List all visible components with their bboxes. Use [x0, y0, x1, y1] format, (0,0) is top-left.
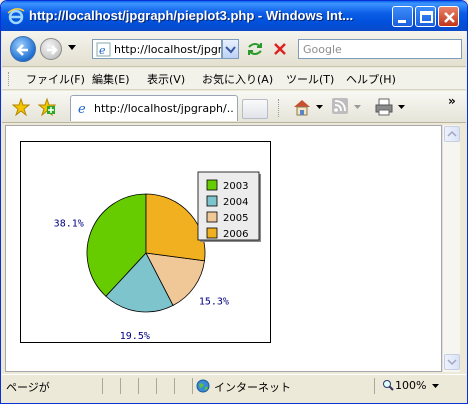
legend-label-2006: 2006 — [223, 229, 248, 240]
svg-text:e: e — [78, 102, 86, 115]
status-divider — [120, 378, 121, 394]
back-button[interactable] — [10, 36, 36, 62]
address-input[interactable]: http://localhost/jpgr — [114, 43, 221, 56]
menu-grip — [8, 72, 10, 86]
menu-view[interactable]: 表示(V) — [147, 71, 185, 87]
print-dropdown-icon[interactable] — [398, 105, 405, 110]
legend-swatch-2003 — [206, 179, 218, 191]
page-content: 38.1% 19.5% 15.3% 2003 2004 2005 2006 — [5, 125, 442, 372]
address-bar[interactable]: e http://localhost/jpgr — [92, 39, 222, 59]
legend-label-2003: 2003 — [223, 181, 248, 192]
chevron-down-icon — [225, 46, 236, 54]
ie-logo-icon — [7, 8, 25, 25]
address-dropdown-button[interactable] — [222, 39, 239, 59]
legend-label-2005: 2005 — [223, 213, 248, 224]
printer-icon[interactable] — [374, 97, 394, 117]
pie-chart: 38.1% 19.5% 15.3% 2003 2004 2005 2006 — [20, 141, 271, 343]
status-divider — [174, 378, 175, 394]
toolbar-overflow-chevron-icon[interactable]: » — [448, 94, 456, 108]
tab-title: http://localhost/jpgraph/... — [94, 102, 234, 115]
toolbar-separator — [278, 99, 279, 117]
slice-label-2004: 19.5% — [120, 331, 150, 342]
navigation-bar: e http://localhost/jpgr Google — [2, 31, 466, 67]
command-bar: e http://localhost/jpgraph/... » — [2, 91, 466, 123]
tab-current[interactable]: e http://localhost/jpgraph/... — [70, 95, 238, 121]
menu-help[interactable]: ヘルプ(H) — [346, 71, 396, 87]
arrow-left-icon — [16, 44, 28, 56]
pie-chart-svg: 38.1% 19.5% 15.3% 2003 2004 2005 2006 — [54, 171, 261, 342]
status-divider — [156, 378, 157, 394]
menu-file[interactable]: ファイル(F) — [26, 71, 85, 87]
close-button[interactable] — [438, 6, 459, 27]
maximize-button[interactable] — [415, 6, 436, 27]
home-icon[interactable] — [292, 97, 312, 117]
magnifier-icon — [383, 380, 394, 391]
slice-label-2005: 15.3% — [199, 297, 229, 308]
menu-tools[interactable]: ツール(T) — [286, 71, 334, 87]
maximize-icon — [420, 11, 433, 23]
legend-label-2004: 2004 — [223, 197, 248, 208]
pie-slice-2006 — [145, 193, 206, 262]
zoom-level[interactable]: 100% — [395, 379, 426, 392]
zoom-dropdown-icon[interactable] — [432, 384, 439, 389]
feeds-icon[interactable] — [332, 98, 348, 114]
chart-legend: 2003 2004 2005 2006 — [197, 171, 261, 242]
home-dropdown-icon[interactable] — [316, 105, 323, 110]
favorites-star-icon[interactable] — [12, 98, 30, 116]
window-title: http://localhost/jpgraph/pieplot3.php - … — [29, 8, 354, 23]
new-tab-button[interactable] — [242, 99, 268, 119]
minimize-icon — [398, 20, 406, 23]
recent-pages-dropdown[interactable] — [68, 45, 76, 51]
title-bar[interactable]: http://localhost/jpgraph/pieplot3.php - … — [1, 1, 467, 31]
menu-edit[interactable]: 編集(E) — [92, 71, 130, 87]
security-zone-label[interactable]: インターネット — [214, 379, 291, 395]
search-box[interactable]: Google — [298, 39, 462, 59]
minimize-button[interactable] — [392, 6, 413, 27]
stop-button[interactable] — [270, 39, 290, 59]
browser-window: http://localhost/jpgraph/pieplot3.php - … — [0, 0, 468, 404]
status-bar: ページが インターネット 100% — [2, 374, 466, 396]
scroll-up-button[interactable] — [444, 126, 460, 142]
chevron-down-icon — [447, 359, 457, 366]
status-divider — [374, 378, 375, 394]
legend-swatch-2006 — [206, 227, 218, 239]
add-favorite-icon[interactable] — [38, 98, 56, 116]
status-divider — [192, 378, 193, 394]
ie-page-icon: e — [78, 102, 86, 115]
svg-text:e: e — [99, 44, 106, 57]
legend-swatch-2004 — [206, 195, 218, 207]
status-text: ページが — [6, 381, 50, 394]
ie-page-icon: e — [96, 42, 111, 57]
menu-favorites[interactable]: お気に入り(A) — [202, 71, 273, 87]
search-input[interactable]: Google — [303, 43, 342, 56]
refresh-button[interactable] — [245, 39, 265, 59]
vertical-scrollbar[interactable] — [442, 125, 460, 372]
status-divider — [102, 378, 103, 394]
scroll-down-button[interactable] — [444, 354, 460, 370]
slice-label-2003: 38.1% — [54, 219, 84, 230]
chevron-up-icon — [447, 130, 457, 137]
legend-swatch-2005 — [206, 211, 218, 223]
globe-icon — [196, 379, 210, 393]
feeds-dropdown-icon[interactable] — [354, 105, 361, 110]
menu-bar: ファイル(F) 編集(E) 表示(V) お気に入り(A) ツール(T) ヘルプ(… — [2, 68, 466, 90]
close-icon — [444, 12, 455, 23]
arrow-right-icon — [47, 45, 58, 55]
status-divider — [138, 378, 139, 394]
forward-button[interactable] — [40, 38, 62, 60]
